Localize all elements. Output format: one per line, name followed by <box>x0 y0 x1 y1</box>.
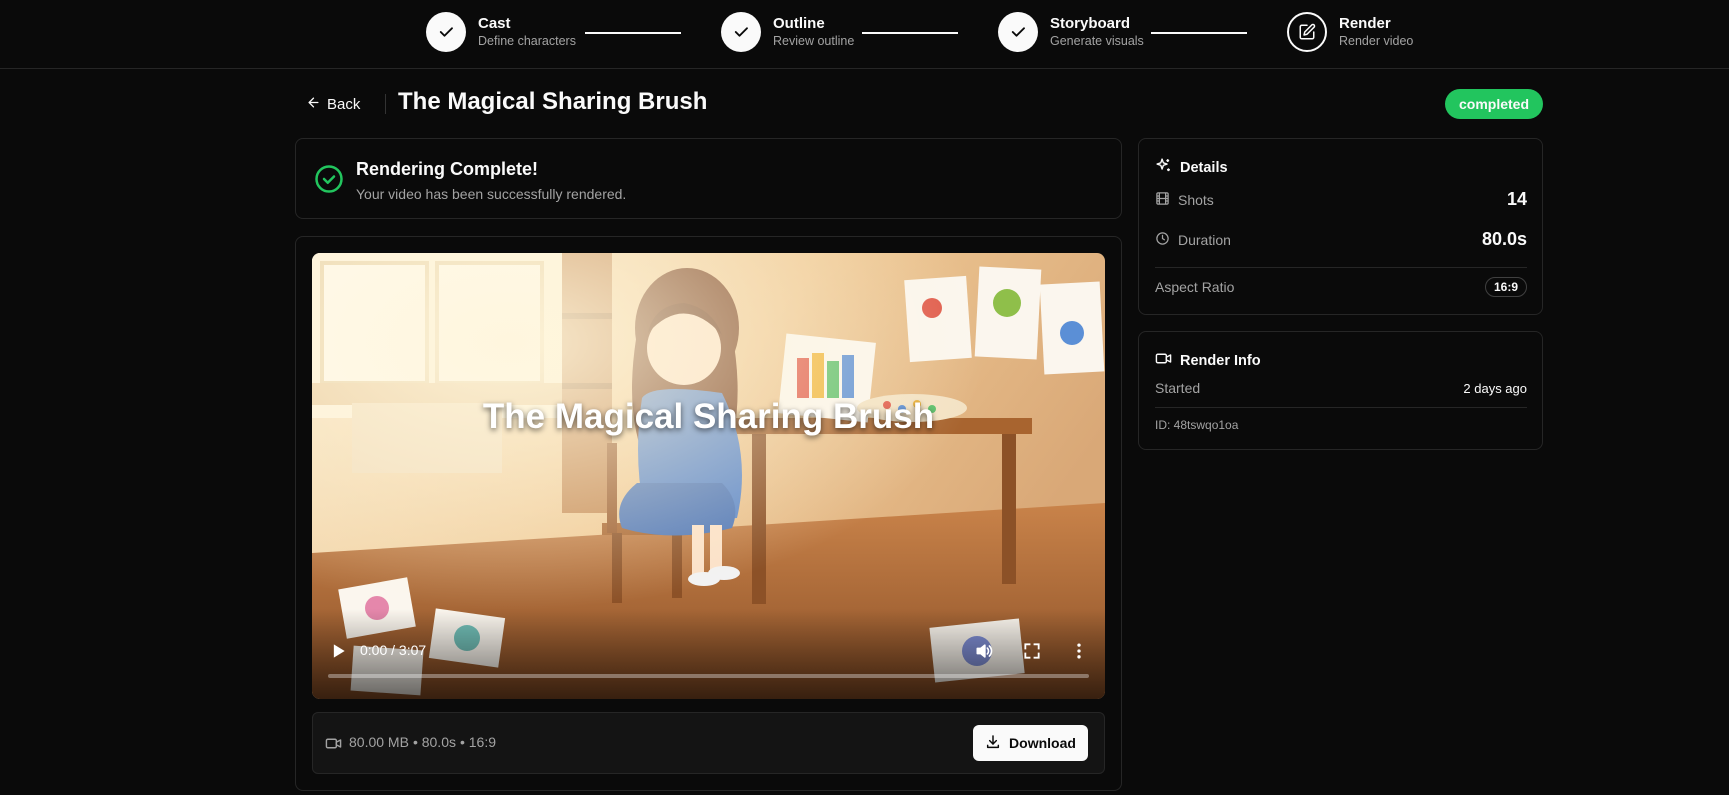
shots-label: Shots <box>1178 191 1214 208</box>
step-subtitle: Generate visuals <box>1050 33 1144 48</box>
step-subtitle: Render video <box>1339 33 1414 48</box>
aspect-ratio-badge: 16:9 <box>1484 277 1527 297</box>
duration-value: 80.0s <box>1481 229 1527 249</box>
step-label: Cast <box>478 14 511 32</box>
render-started-row: Started 2 days ago <box>1155 380 1527 396</box>
arrow-left-icon <box>306 95 321 114</box>
video-title-overlay: The Magical Sharing Brush <box>482 397 935 436</box>
status-badge: completed <box>1445 89 1543 119</box>
film-icon <box>1155 191 1170 209</box>
detail-row-duration: Duration 80.0s <box>1155 229 1527 250</box>
render-stepper: Cast Define characters Outline Review ou… <box>0 0 1729 69</box>
video-camera-icon <box>325 735 342 757</box>
volume-icon[interactable] <box>974 641 994 666</box>
step-connector <box>1151 32 1247 34</box>
title-divider <box>385 94 386 114</box>
check-circle-icon <box>314 164 344 199</box>
play-icon[interactable] <box>328 641 348 666</box>
video-card: The Magical Sharing Brush 0:00 / 3:07 80… <box>295 236 1122 791</box>
success-title: Rendering Complete! <box>356 159 539 179</box>
render-info-divider <box>1155 407 1527 408</box>
file-info-bar: 80.00 MB • 80.0s • 16:9 Download <box>312 712 1105 774</box>
edit-icon <box>1287 12 1327 52</box>
download-icon <box>985 734 1001 753</box>
details-divider <box>1155 267 1527 268</box>
step-label: Storyboard <box>1050 14 1131 32</box>
back-label: Back <box>327 95 361 113</box>
download-button[interactable]: Download <box>973 725 1088 761</box>
started-value: 2 days ago <box>1463 380 1527 396</box>
detail-row-aspect-ratio: Aspect Ratio 16:9 <box>1155 277 1527 297</box>
details-title: Details <box>1180 160 1228 176</box>
aspect-ratio-label: Aspect Ratio <box>1155 279 1235 295</box>
video-progress-bar[interactable] <box>328 674 1089 678</box>
detail-row-shots: Shots 14 <box>1155 189 1527 210</box>
render-info-panel: Render Info Started 2 days ago ID: 48tsw… <box>1138 331 1543 450</box>
more-vertical-icon[interactable] <box>1069 641 1089 666</box>
step-label: Render <box>1339 14 1391 32</box>
file-aspect-ratio: • 16:9 <box>459 734 497 750</box>
step-label: Outline <box>773 14 825 32</box>
check-icon <box>426 12 466 52</box>
video-camera-icon <box>1155 350 1172 372</box>
step-connector <box>585 32 681 34</box>
video-player[interactable]: The Magical Sharing Brush 0:00 / 3:07 <box>312 253 1105 699</box>
step-outline[interactable]: Outline Review outline <box>721 12 854 52</box>
time-readout: 0:00 / 3:07 <box>360 642 427 658</box>
step-storyboard[interactable]: Storyboard Generate visuals <box>998 12 1144 52</box>
step-render[interactable]: Render Render video <box>1287 12 1413 52</box>
step-subtitle: Define characters <box>478 33 576 48</box>
step-subtitle: Review outline <box>773 33 855 48</box>
details-panel: Details Shots 14 Duration 80.0s Aspect R… <box>1138 138 1543 315</box>
duration-label: Duration <box>1178 231 1231 248</box>
check-icon <box>721 12 761 52</box>
clock-icon <box>1155 231 1170 249</box>
file-size: 80.00 MB <box>349 734 409 750</box>
render-success-alert: Rendering Complete! Your video has been … <box>295 138 1122 219</box>
file-duration: • 80.0s <box>412 734 456 750</box>
started-label: Started <box>1155 380 1201 396</box>
step-connector <box>862 32 958 34</box>
check-icon <box>998 12 1038 52</box>
success-subtitle: Your video has been successfully rendere… <box>356 186 627 202</box>
render-info-title: Render Info <box>1180 353 1261 369</box>
sparkles-icon <box>1155 157 1172 179</box>
download-label: Download <box>1009 735 1076 751</box>
fullscreen-icon[interactable] <box>1022 641 1042 666</box>
page-title: The Magical Sharing Brush <box>398 88 708 115</box>
back-button[interactable]: Back <box>306 92 360 116</box>
render-id: ID: 48tswqo1oa <box>1155 418 1239 432</box>
step-cast[interactable]: Cast Define characters <box>426 12 576 52</box>
shots-value: 14 <box>1506 189 1527 209</box>
